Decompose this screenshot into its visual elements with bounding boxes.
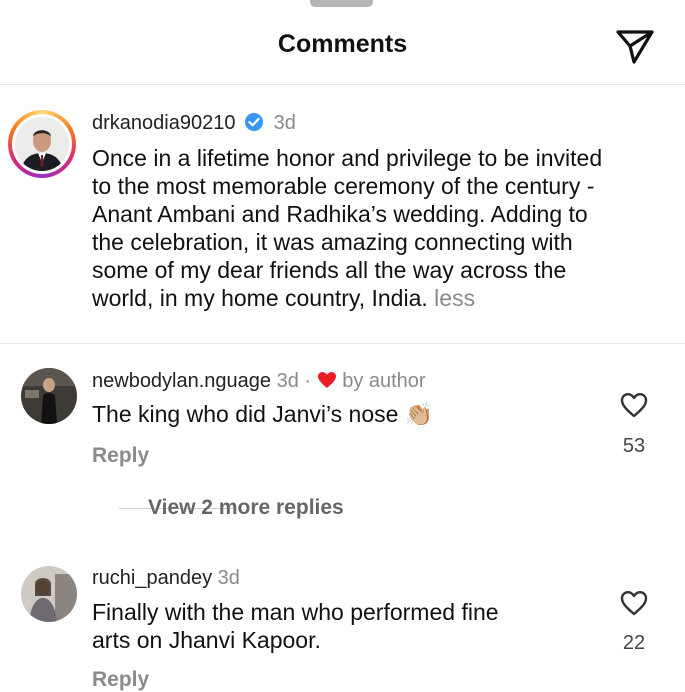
caption-line: world, in my home country, India. less (92, 285, 476, 311)
reply-button[interactable]: Reply (92, 668, 149, 692)
heart-filled-icon (317, 372, 336, 388)
caption-header: drkanodia90210 3d (92, 112, 296, 135)
comment-time: 3d · (276, 370, 312, 392)
send-icon[interactable] (614, 26, 656, 66)
author-username[interactable]: drkanodia90210 (92, 112, 235, 134)
less-link[interactable]: less (434, 285, 475, 311)
caption-line: Once in a lifetime honor and privilege t… (92, 145, 603, 171)
comment-text: Finally with the man who performed fine … (92, 598, 499, 654)
reply-button[interactable]: Reply (92, 444, 149, 468)
commenter-avatar[interactable] (21, 368, 77, 424)
caption-line: to the most memorable ceremony of the ce… (92, 173, 595, 199)
avatar-photo (15, 117, 69, 171)
liked-by-author-label: by author (342, 370, 426, 392)
commenter-avatar[interactable] (21, 566, 77, 622)
like-count: 22 (622, 632, 646, 654)
caption-line: Anant Ambani and Radhika’s wedding. Addi… (92, 201, 588, 227)
comment-username[interactable]: ruchi_pandey (92, 567, 212, 589)
comment-username[interactable]: newbodylan.nguage (92, 370, 271, 392)
like-heart-icon[interactable] (620, 590, 648, 616)
comment-text: The king who did Janvi’s nose 👏🏼 (92, 401, 434, 427)
caption-line: the celebration, it was amazing connecti… (92, 229, 573, 255)
comments-header: Comments (0, 0, 685, 85)
like-count: 53 (622, 435, 646, 457)
view-more-replies-button[interactable]: View 2 more replies (148, 496, 344, 520)
comment-header: ruchi_pandey 3d (92, 567, 240, 590)
author-avatar[interactable] (8, 110, 76, 178)
page-title: Comments (277, 30, 408, 58)
caption-text: Once in a lifetime honor and privilege t… (92, 144, 672, 312)
comment-line: Finally with the man who performed fine (92, 599, 499, 625)
comment-header: newbodylan.nguage 3d · by author (92, 370, 426, 393)
comment-line: arts on Jhanvi Kapoor. (92, 627, 321, 653)
comment-time: 3d (217, 567, 240, 589)
verified-badge-icon (245, 113, 264, 131)
caption-line: some of my dear friends all the way acro… (92, 257, 567, 283)
like-heart-icon[interactable] (620, 392, 648, 418)
post-time: 3d (273, 112, 296, 134)
